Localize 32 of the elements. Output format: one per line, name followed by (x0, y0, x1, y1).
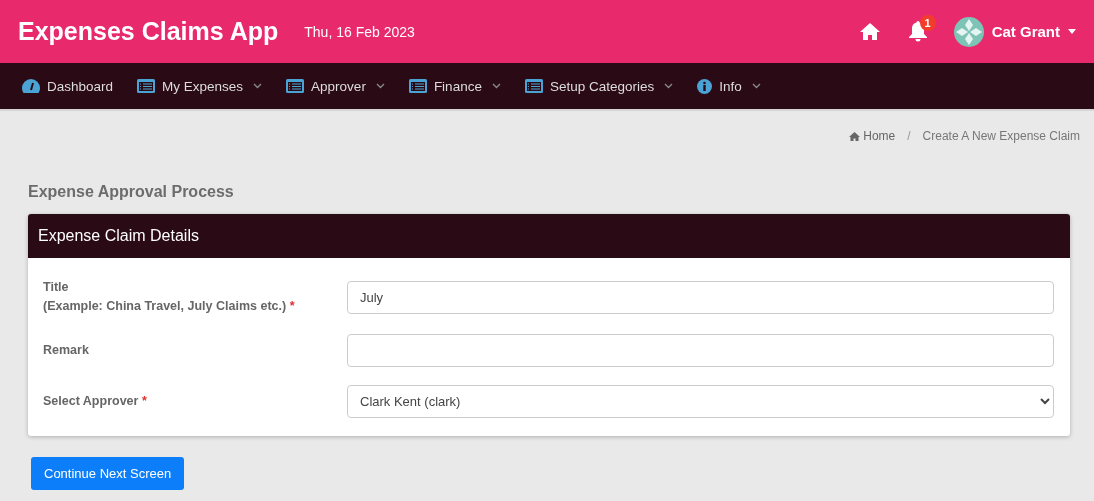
user-menu[interactable]: Cat Grant (953, 16, 1076, 47)
nav-item[interactable]: My Expenses (127, 72, 273, 100)
nav-item[interactable]: Approver (276, 72, 395, 100)
card-header: Expense Claim Details (28, 214, 1070, 258)
page-title: Expense Approval Process (28, 183, 235, 201)
app-title: Expenses Claims App (18, 17, 279, 46)
date-text: Thu, 16 Feb 2023 (304, 23, 415, 40)
notification-badge: 1 (919, 15, 936, 31)
breadcrumb-link[interactable]: Home (849, 129, 896, 143)
home-icon[interactable] (859, 23, 880, 40)
nav-item[interactable]: Dashboard (12, 72, 124, 100)
breadcrumb-separator: / (907, 129, 911, 143)
continue-button[interactable]: Continue Next Screen (31, 457, 185, 490)
field-label: Select Approver * (43, 393, 148, 410)
text-field[interactable] (347, 334, 1054, 367)
field-label: Title (Example: China Travel, July Claims etc.) * (43, 279, 296, 315)
nav-item[interactable]: Info (687, 72, 771, 100)
caret-icon (1068, 29, 1076, 34)
gauge-icon (22, 79, 40, 93)
list-icon (524, 79, 543, 93)
text-field[interactable]: July (347, 280, 1054, 314)
nav-item[interactable]: Setup Categories (514, 72, 684, 100)
breadcrumb-current: Create A New Expense Claim (922, 129, 1080, 143)
list-icon (137, 79, 156, 93)
nav-item[interactable]: Finance (398, 72, 511, 100)
list-icon (286, 79, 305, 93)
avatar-icon (953, 16, 984, 47)
approver-select[interactable]: Clark Kent (clark) (347, 385, 1054, 418)
list-icon (408, 79, 427, 93)
info-icon (697, 78, 713, 94)
home-icon (849, 131, 861, 141)
field-label: Remark (43, 342, 90, 359)
